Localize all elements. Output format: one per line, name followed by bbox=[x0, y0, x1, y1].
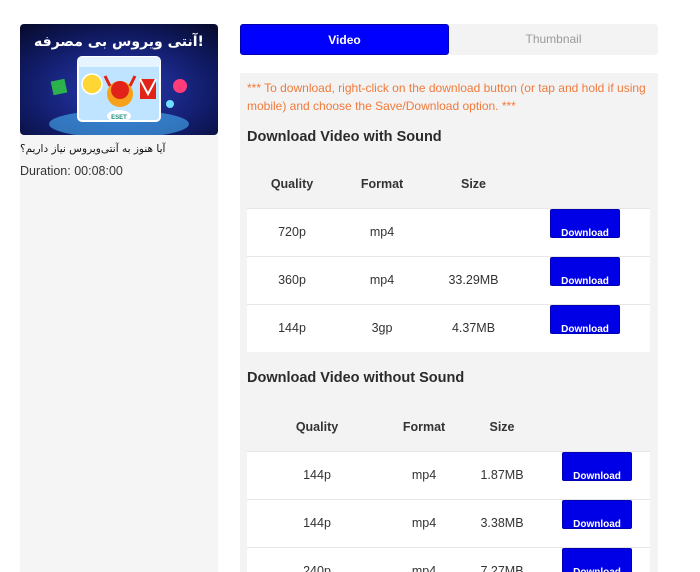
cell-size: 7.27MB bbox=[480, 564, 524, 572]
cell-format: 3gp bbox=[371, 321, 393, 335]
cell-format: mp4 bbox=[369, 273, 395, 287]
cell-size: 1.87MB bbox=[480, 468, 524, 482]
table-header: Quality Format Size bbox=[247, 160, 650, 208]
table-row: 144p mp4 3.38MB Download bbox=[247, 499, 650, 547]
header-quality: Quality bbox=[295, 420, 339, 434]
cell-size: 33.29MB bbox=[448, 273, 499, 287]
cell-quality: 720p bbox=[278, 225, 306, 239]
header-size: Size bbox=[460, 177, 486, 191]
table-row: 144p 3gp 4.37MB Download bbox=[247, 304, 650, 352]
table-row: 144p mp4 1.87MB Download bbox=[247, 451, 650, 499]
tab-thumbnail[interactable]: Thumbnail bbox=[449, 24, 658, 55]
video-title: آیا هنوز به آنتی‌ویروس نیاز داریم؟ bbox=[20, 143, 166, 155]
tab-video[interactable]: Video bbox=[240, 24, 449, 55]
download-notice: *** To download, right-click on the down… bbox=[247, 81, 646, 113]
table-without-sound: Quality Format Size 144p mp4 1.87MB Down… bbox=[247, 403, 650, 572]
cell-quality: 360p bbox=[278, 273, 306, 287]
header-format: Format bbox=[360, 177, 404, 191]
video-info-card: ESET آنتی ویروس بی مصرفه! آیا هنوز به آن… bbox=[20, 24, 218, 572]
download-button[interactable]: Download bbox=[562, 452, 632, 482]
table-header: Quality Format Size bbox=[247, 403, 650, 451]
cell-format: mp4 bbox=[411, 468, 437, 482]
table-row: 360p mp4 33.29MB Download bbox=[247, 256, 650, 304]
tab-bar: Video Thumbnail bbox=[240, 24, 658, 55]
thumbnail-image: ESET آنتی ویروس بی مصرفه! bbox=[20, 24, 218, 135]
download-button[interactable]: Download bbox=[550, 209, 620, 239]
table-with-sound: Quality Format Size 720p mp4 Download 36… bbox=[247, 160, 650, 352]
video-duration: Duration: 00:08:00 bbox=[20, 164, 123, 178]
cell-format: mp4 bbox=[411, 564, 437, 572]
cell-format: mp4 bbox=[411, 516, 437, 530]
section-title-without-sound: Download Video without Sound bbox=[247, 370, 465, 386]
header-quality: Quality bbox=[270, 177, 314, 191]
video-thumbnail[interactable]: ESET آنتی ویروس بی مصرفه! bbox=[20, 24, 218, 135]
thumbnail-caption: آنتی ویروس بی مصرفه! bbox=[34, 32, 204, 50]
header-format: Format bbox=[402, 420, 446, 434]
thumbnail-brand: ESET bbox=[111, 115, 127, 121]
header-size: Size bbox=[489, 420, 515, 434]
download-button[interactable]: Download bbox=[550, 257, 620, 287]
download-button[interactable]: Download bbox=[562, 500, 632, 530]
cell-quality: 240p bbox=[303, 564, 331, 572]
cell-size: 3.38MB bbox=[480, 516, 524, 530]
table-row: 240p mp4 7.27MB Download bbox=[247, 547, 650, 572]
cell-format: mp4 bbox=[369, 225, 395, 239]
cell-quality: 144p bbox=[303, 468, 331, 482]
download-button[interactable]: Download bbox=[562, 548, 632, 572]
section-title-with-sound: Download Video with Sound bbox=[247, 129, 442, 145]
table-row: 720p mp4 Download bbox=[247, 208, 650, 256]
download-button[interactable]: Download bbox=[550, 305, 620, 335]
cell-size: 4.37MB bbox=[451, 321, 496, 335]
download-panel: *** To download, right-click on the down… bbox=[240, 73, 658, 572]
cell-quality: 144p bbox=[278, 321, 306, 335]
cell-quality: 144p bbox=[303, 516, 331, 530]
